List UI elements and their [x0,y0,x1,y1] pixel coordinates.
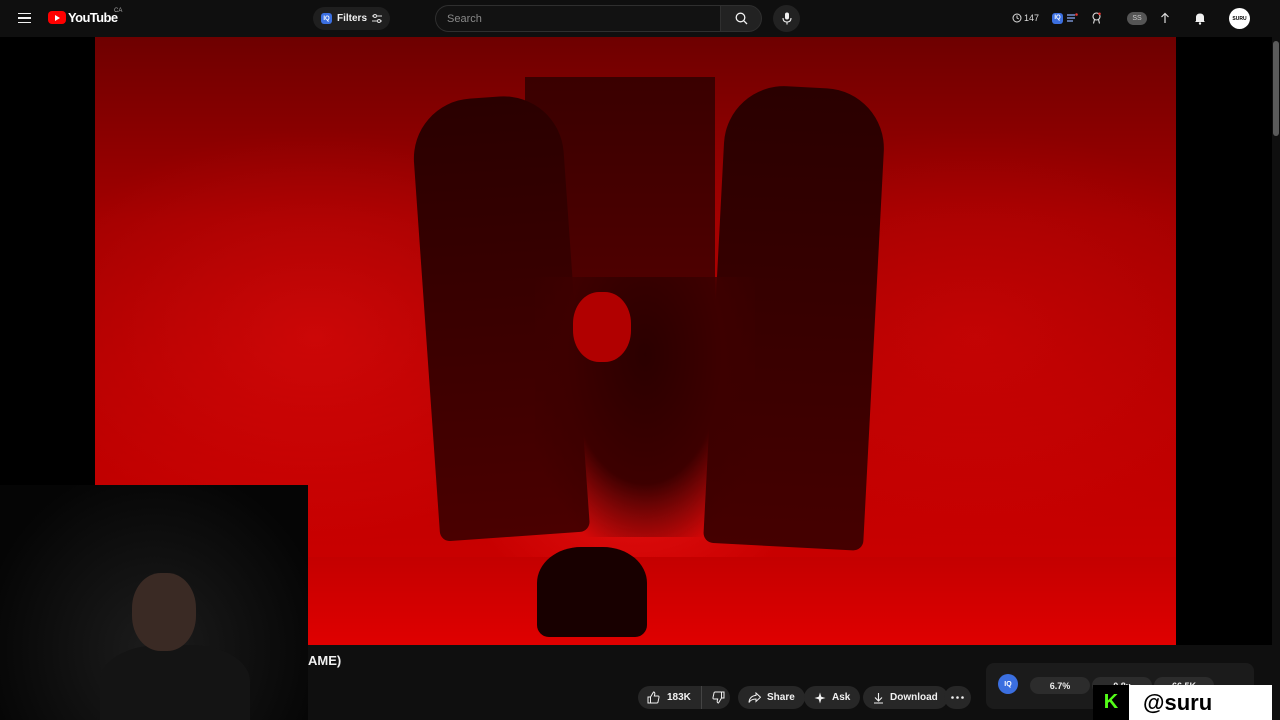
video-title: AME) [308,653,342,668]
search-placeholder: Search [447,12,482,25]
iq-icon: IQ [1052,12,1063,24]
queue-button[interactable] [1067,8,1078,28]
filters-button[interactable]: IQ Filters [313,7,391,30]
webcam-person-head [132,573,196,651]
medal-icon [1092,12,1101,24]
iq-extension-button[interactable]: IQ [1052,8,1063,28]
dislike-button[interactable] [708,686,730,709]
search-input[interactable]: Search [435,5,720,32]
extension-button[interactable] [1091,8,1102,28]
menu-button[interactable] [12,6,36,30]
top-bar: YouTube CA IQ Filters Search 147 IQ SS S… [0,0,1280,37]
hamburger-line [17,17,31,19]
engagement-rate-stat: 6.7% [1030,677,1090,694]
filters-label: Filters [337,13,368,24]
sliders-icon [372,14,383,23]
kick-logo: K [1093,685,1129,720]
ask-button[interactable]: Ask [804,686,861,709]
ss-extension-badge[interactable]: SS [1127,12,1147,25]
like-count: 183K [667,692,691,703]
thumbs-up-icon [647,691,660,704]
search-icon [735,12,747,25]
video-frame-seated-person [535,277,755,537]
download-icon [874,692,883,704]
share-icon [748,692,761,703]
download-button[interactable]: Download [863,686,948,709]
logo-text: YouTube [68,10,118,25]
notifications-button[interactable] [1193,8,1207,28]
streamer-handle: @suru [1143,689,1213,715]
thumbs-down-icon [712,691,725,704]
download-label: Download [890,692,938,703]
more-actions-button[interactable] [944,686,971,709]
iq-icon: IQ [321,13,332,24]
watch-history-counter[interactable]: 147 [1012,8,1039,28]
country-code: CA [114,8,123,14]
hamburger-line [17,21,31,24]
like-button[interactable]: 183K [638,686,702,709]
clock-icon [1012,13,1022,23]
left-margin [0,37,95,487]
share-label: Share [767,692,795,703]
ask-label: Ask [832,692,851,703]
like-dislike-group: 183K [638,686,730,709]
playlist-icon [1067,13,1078,22]
avatar[interactable]: SURU [1229,8,1250,29]
bell-icon [1195,13,1205,25]
kick-k-icon: K [1103,691,1119,713]
share-button[interactable]: Share [738,686,805,709]
webcam-overlay [0,485,308,720]
iq-logo-icon[interactable]: IQ [998,674,1018,694]
page-scrollbar[interactable] [1272,37,1280,720]
microphone-icon [781,12,792,25]
scrollbar-thumb[interactable] [1273,41,1279,136]
streamer-handle-overlay: @suru [1129,685,1280,720]
video-frame-stool [537,547,647,637]
webcam-person-body [100,645,250,720]
video-frame-face [573,292,631,362]
hamburger-icon [17,12,31,15]
upload-button[interactable] [1160,8,1170,28]
sparkle-icon [814,692,826,703]
search-button[interactable] [720,5,762,32]
voice-search-button[interactable] [773,5,800,32]
youtube-logo[interactable]: YouTube CA [48,8,122,25]
history-count: 147 [1024,13,1040,23]
right-margin [1176,37,1272,645]
youtube-play-icon [48,11,66,24]
more-horizontal-icon [951,696,964,699]
upload-icon [1161,12,1169,23]
